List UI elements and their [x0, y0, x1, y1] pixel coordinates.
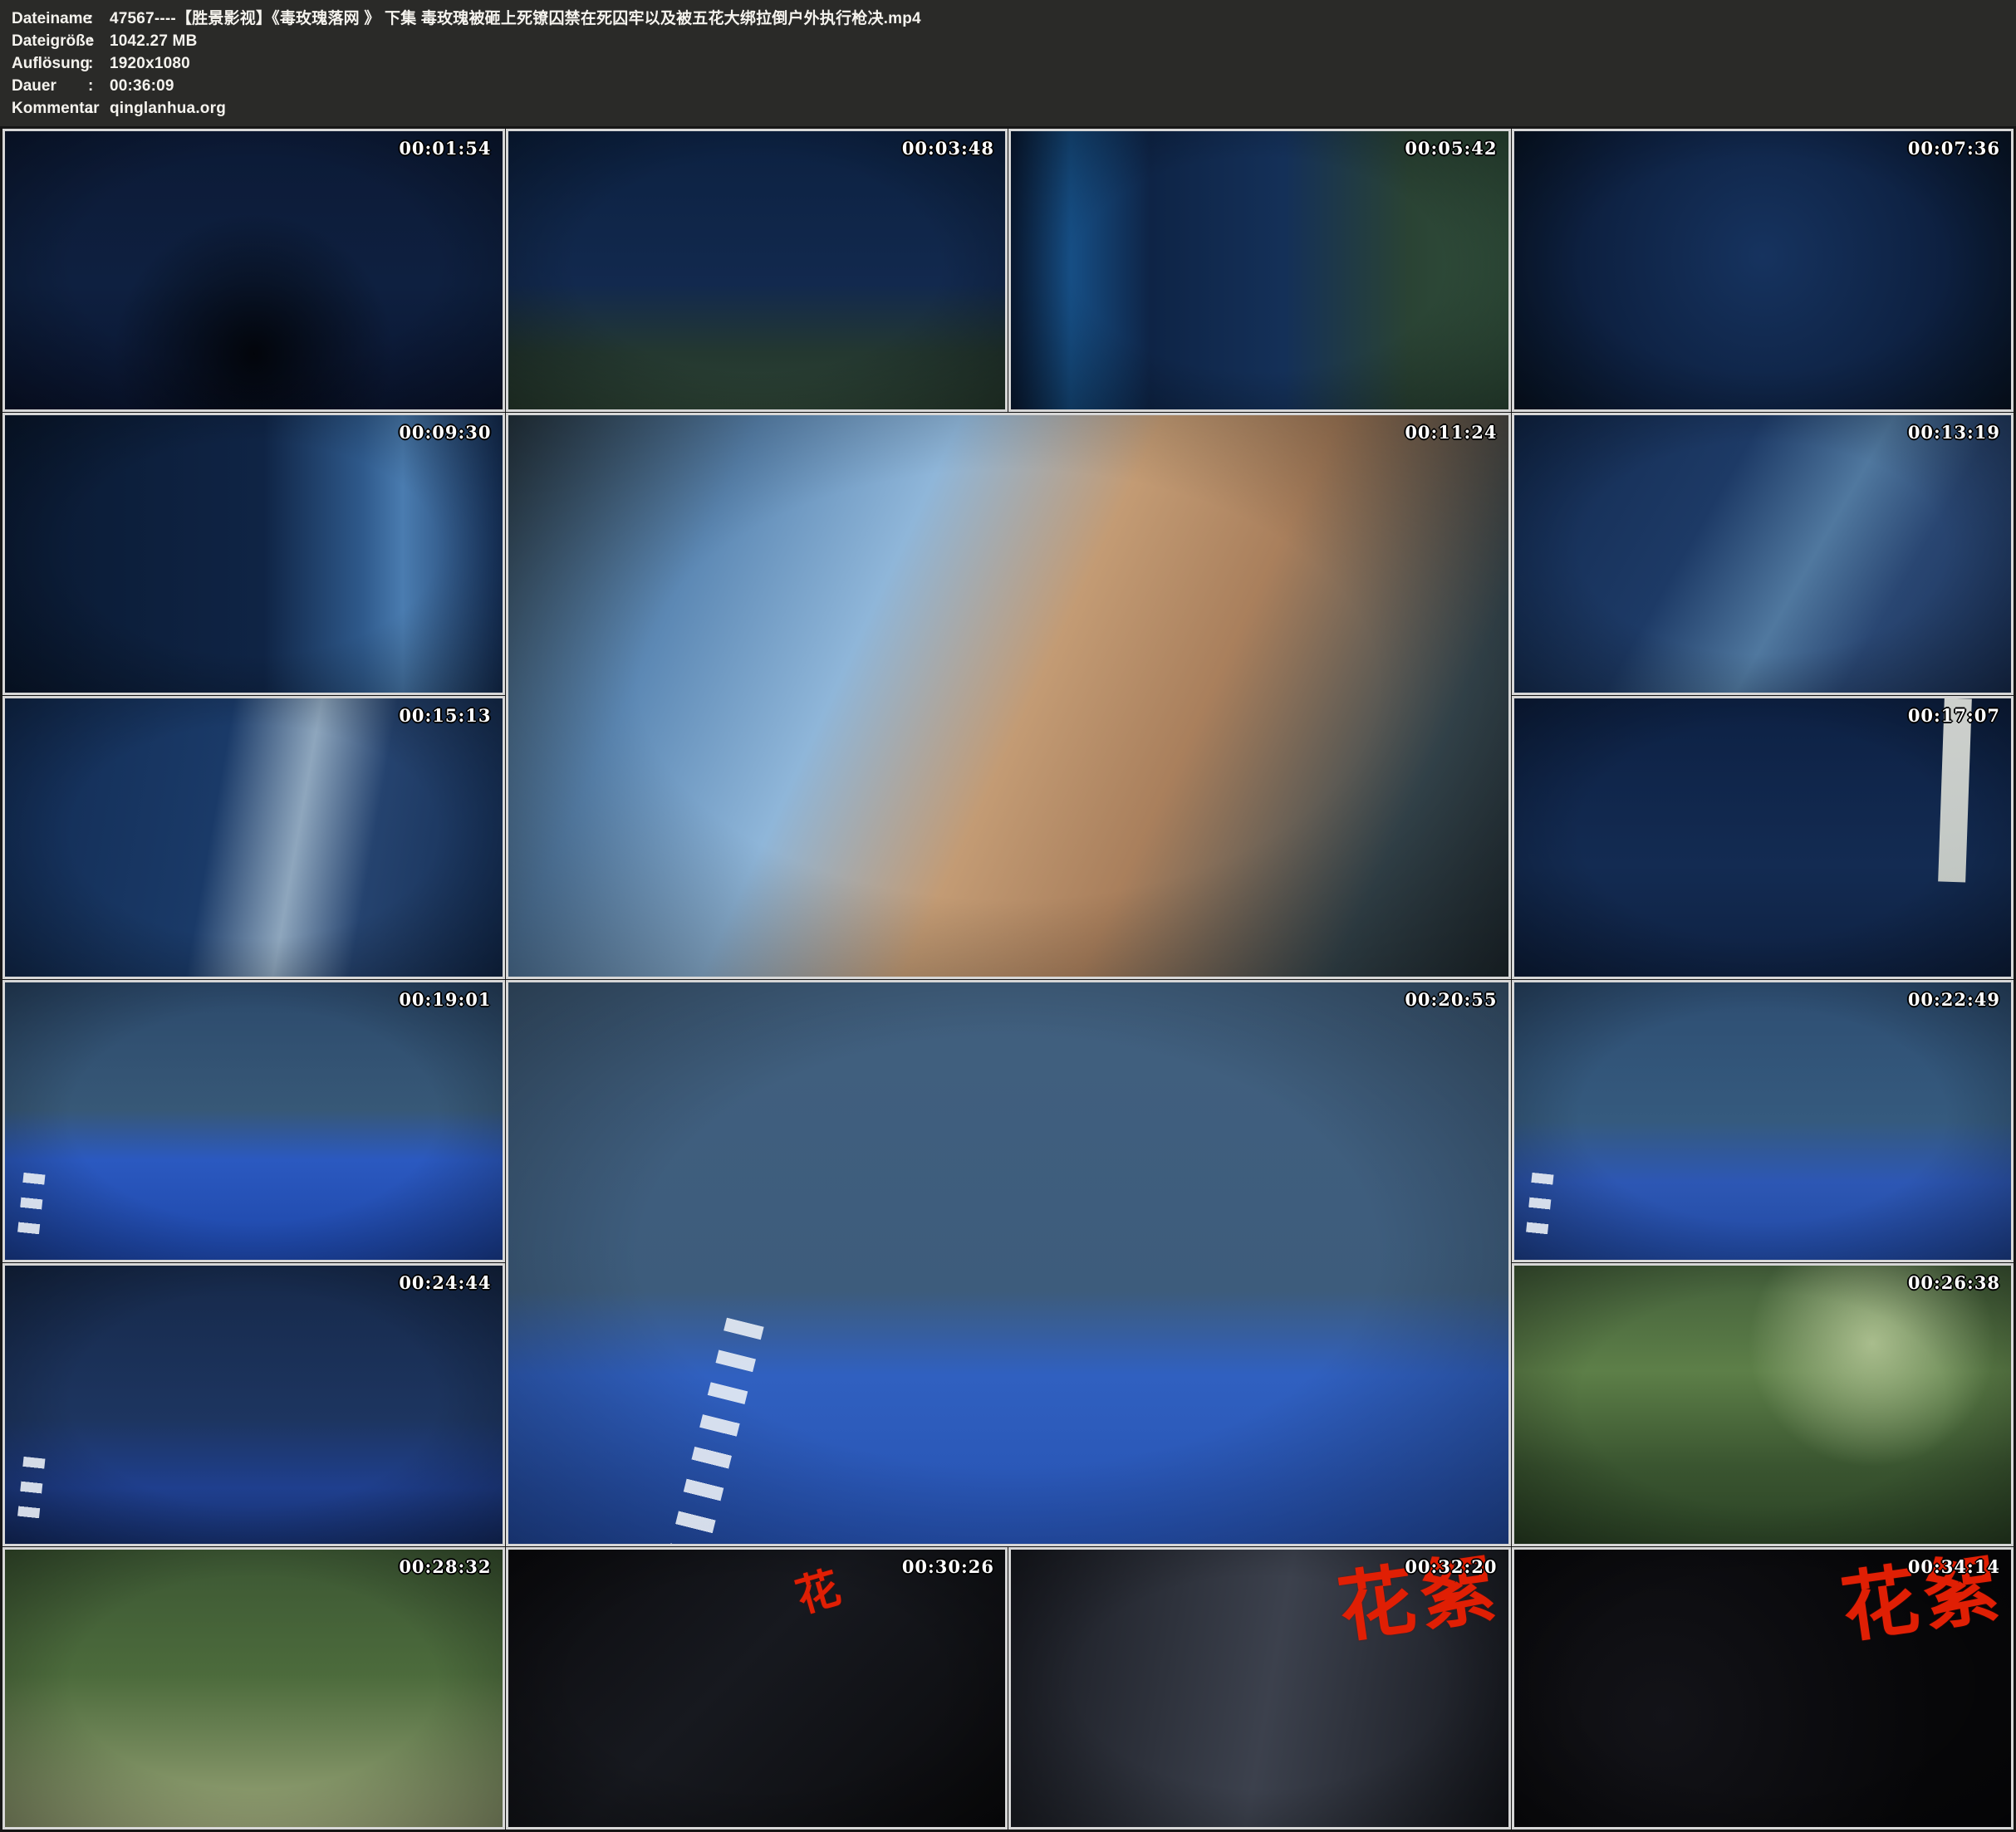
video-thumbnail: 00:13:19 — [1512, 413, 2014, 696]
timestamp-overlay: 00:01:54 — [399, 138, 491, 159]
meta-row-resolution: Auflösung : 1920x1080 — [12, 52, 2016, 75]
video-thumbnail: 00:26:38 — [1512, 1263, 2014, 1546]
timestamp-overlay: 00:05:42 — [1405, 138, 1497, 159]
file-info-header: Dateiname : 47567----【胜景影视】《毒玫瑰落网 》 下集 毒… — [0, 0, 2016, 126]
filesize-value: 1042.27 MB — [110, 30, 198, 52]
bed-stripes-center — [670, 1318, 764, 1546]
thumbnail-image-placeholder — [1514, 415, 2012, 693]
thumbnail-image-placeholder — [508, 131, 1006, 409]
meta-separator: : — [88, 30, 110, 52]
timestamp-overlay: 00:20:55 — [1405, 989, 1497, 1010]
timestamp-overlay: 00:03:48 — [902, 138, 994, 159]
meta-label: Kommentar — [12, 97, 88, 120]
thumbnail-image-placeholder — [5, 415, 503, 693]
meta-row-filesize: Dateigröße : 1042.27 MB — [12, 30, 2016, 52]
timestamp-overlay: 00:09:30 — [399, 422, 491, 443]
thumbnail-image-placeholder — [5, 131, 503, 409]
video-thumbnail: 花絮 00:32:20 — [1008, 1547, 1511, 1830]
bed-stripes-left — [16, 1173, 45, 1247]
timestamp-overlay: 00:13:19 — [1908, 422, 2000, 443]
thumbnail-image-placeholder — [1011, 131, 1508, 409]
meta-separator: : — [88, 52, 110, 75]
timestamp-overlay: 00:19:01 — [399, 989, 491, 1010]
thumbnail-image-placeholder — [508, 415, 1508, 977]
timestamp-overlay: 00:17:07 — [1908, 705, 2000, 726]
thumbnail-image-placeholder — [5, 1266, 503, 1544]
meta-row-duration: Dauer : 00:36:09 — [12, 75, 2016, 97]
video-thumbnail: 花絮 00:34:14 — [1512, 1547, 2014, 1830]
thumbnail-image-placeholder — [508, 1550, 1006, 1828]
video-thumbnail: 00:24:44 — [2, 1263, 505, 1546]
video-thumbnail: 00:01:54 — [2, 129, 505, 412]
filename-value: 47567----【胜景影视】《毒玫瑰落网 》 下集 毒玫瑰被砸上死镣囚禁在死囚… — [110, 7, 921, 30]
video-thumbnail: 00:05:42 — [1008, 129, 1511, 412]
video-thumbnail: 00:03:48 — [506, 129, 1008, 412]
timestamp-overlay: 00:28:32 — [399, 1556, 491, 1577]
meta-row-filename: Dateiname : 47567----【胜景影视】《毒玫瑰落网 》 下集 毒… — [12, 7, 2016, 30]
bed-stripes-left — [16, 1457, 45, 1531]
video-thumbnail: 00:11:24 — [506, 413, 1511, 979]
thumbnail-image-placeholder — [1514, 1266, 2012, 1544]
meta-separator: : — [88, 97, 110, 120]
thumbnail-grid: 00:01:54 00:03:48 00:05:42 00:07:36 00:0… — [0, 126, 2016, 1832]
timestamp-overlay: 00:07:36 — [1908, 138, 2000, 159]
bed-stripes-left — [1525, 1173, 1554, 1247]
duration-value: 00:36:09 — [110, 75, 174, 97]
thumbnail-image-placeholder — [508, 982, 1508, 1544]
video-thumbnail: 00:22:49 — [1512, 980, 2014, 1263]
comment-value: qinglanhua.org — [110, 97, 226, 120]
video-thumbnail: 00:17:07 — [1512, 696, 2014, 979]
thumbnail-image-placeholder — [1514, 131, 2012, 409]
meta-separator: : — [88, 7, 110, 30]
timestamp-overlay: 00:32:20 — [1405, 1556, 1497, 1577]
video-thumbnail: 00:28:32 — [2, 1547, 505, 1830]
resolution-value: 1920x1080 — [110, 52, 190, 75]
meta-row-comment: Kommentar : qinglanhua.org — [12, 97, 2016, 120]
video-thumbnail: 00:19:01 — [2, 980, 505, 1263]
timestamp-overlay: 00:24:44 — [399, 1272, 491, 1293]
video-thumbnail: 00:09:30 — [2, 413, 505, 696]
meta-label: Dateiname — [12, 7, 88, 30]
timestamp-overlay: 00:11:24 — [1405, 422, 1497, 443]
video-thumbnail: 00:20:55 — [506, 980, 1511, 1546]
timestamp-overlay: 00:15:13 — [399, 705, 491, 726]
thumbnail-image-placeholder — [1514, 698, 2012, 977]
timestamp-overlay: 00:22:49 — [1908, 989, 2000, 1010]
video-thumbnail: 00:07:36 — [1512, 129, 2014, 412]
thumbnail-image-placeholder — [5, 698, 503, 977]
meta-separator: : — [88, 75, 110, 97]
thumbnail-image-placeholder — [5, 982, 503, 1261]
timestamp-overlay: 00:30:26 — [902, 1556, 994, 1577]
video-thumbnail: 花 00:30:26 — [506, 1547, 1008, 1830]
meta-label: Dateigröße — [12, 30, 88, 52]
meta-label: Dauer — [12, 75, 88, 97]
timestamp-overlay: 00:26:38 — [1908, 1272, 2000, 1293]
thumbnail-image-placeholder — [5, 1550, 503, 1828]
meta-label: Auflösung — [12, 52, 88, 75]
timestamp-overlay: 00:34:14 — [1908, 1556, 2000, 1577]
video-thumbnail: 00:15:13 — [2, 696, 505, 979]
thumbnail-image-placeholder — [1514, 982, 2012, 1261]
